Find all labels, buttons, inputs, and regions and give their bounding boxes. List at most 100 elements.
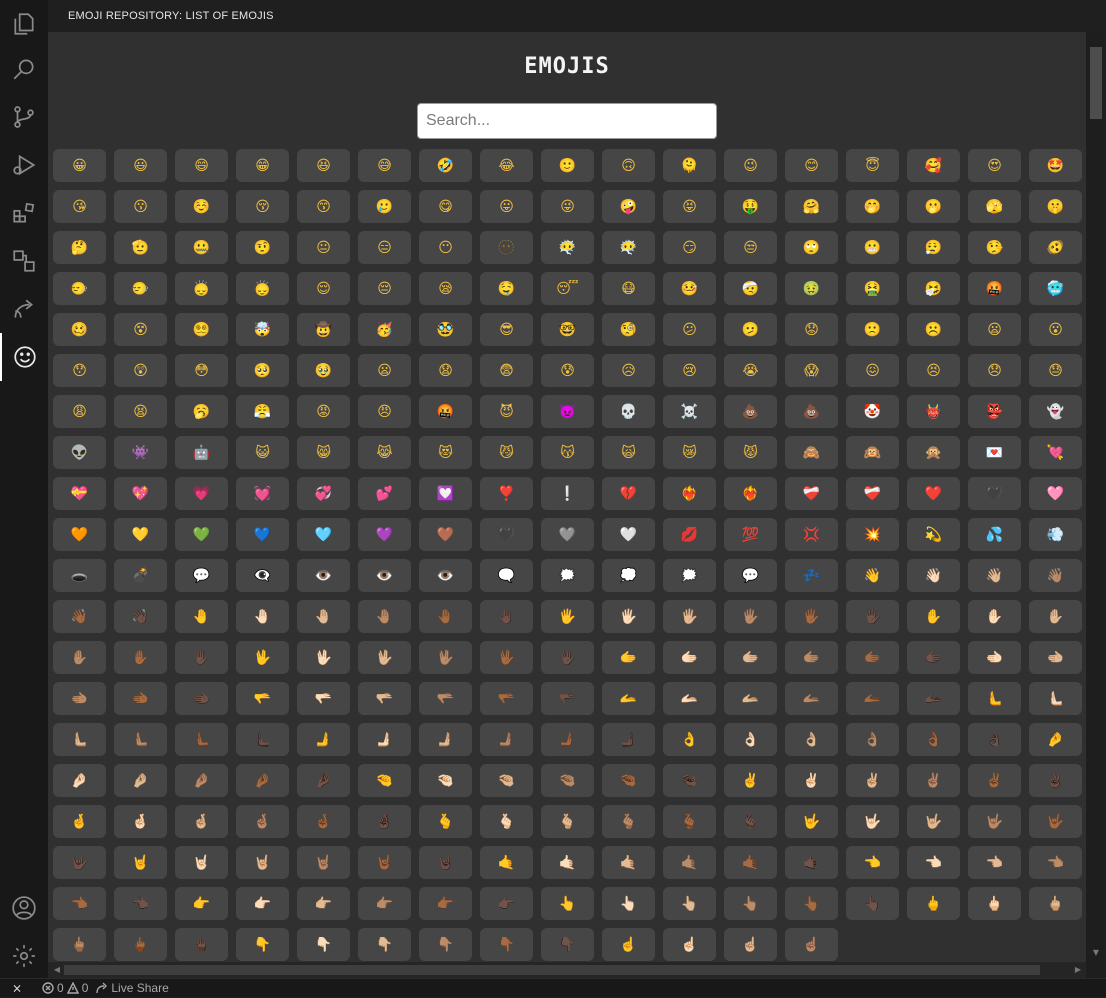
emoji-item[interactable]: 🤘🏽 [297, 846, 350, 879]
emoji-item[interactable]: 💞 [297, 477, 350, 510]
emoji-item[interactable]: 🗯️ [663, 559, 716, 592]
emoji-item[interactable]: 👻 [1029, 395, 1082, 428]
run-debug-button[interactable] [0, 141, 48, 189]
problems-indicator[interactable]: 0 0 [42, 981, 88, 995]
emoji-item[interactable]: 🤙🏽 [663, 846, 716, 879]
emoji-item[interactable]: ✋🏿 [175, 641, 228, 674]
emoji-item[interactable]: 👁️‍🗨️ [236, 559, 289, 592]
emoji-item[interactable]: 🤘🏼 [236, 846, 289, 879]
emoji-item[interactable]: 🥹 [297, 354, 350, 387]
emoji-item[interactable]: 😺 [236, 436, 289, 469]
emoji-item[interactable]: 🤙 [480, 846, 533, 879]
emoji-item[interactable]: 🫸🏻 [358, 723, 411, 756]
emoji-item[interactable]: 👆🏻 [602, 887, 655, 920]
emoji-item[interactable]: 🙈 [785, 436, 838, 469]
emoji-item[interactable]: 😛 [480, 190, 533, 223]
emoji-item[interactable]: 🫰🏻 [480, 805, 533, 838]
emoji-item[interactable]: 🫳🏻 [297, 682, 350, 715]
emoji-item[interactable]: 🫴🏼 [724, 682, 777, 715]
emoji-item[interactable]: 🤟 [785, 805, 838, 838]
live-share-button[interactable] [0, 285, 48, 333]
emoji-item[interactable]: ☝🏽 [785, 928, 838, 961]
emoji-item[interactable]: 😘 [53, 190, 106, 223]
emoji-item[interactable]: 🤞🏼 [175, 805, 228, 838]
emoji-item[interactable]: 👇🏿 [541, 928, 594, 961]
emoji-item[interactable]: 👋🏼 [968, 559, 1021, 592]
emoji-item[interactable]: 👆🏿 [846, 887, 899, 920]
emoji-item[interactable]: 🫴🏻 [663, 682, 716, 715]
emoji-item[interactable]: 😮 [1029, 313, 1082, 346]
emoji-item[interactable]: 👆🏾 [785, 887, 838, 920]
emoji-item[interactable]: 💓 [236, 477, 289, 510]
emoji-item[interactable]: 🫲🏿 [175, 682, 228, 715]
emoji-item[interactable]: 🤭 [846, 190, 899, 223]
emoji-item[interactable]: 😸 [297, 436, 350, 469]
emoji-item[interactable]: 🥱 [175, 395, 228, 428]
emoji-item[interactable]: 🤧 [907, 272, 960, 305]
emoji-item[interactable]: 🫷🏾 [175, 723, 228, 756]
emoji-item[interactable]: 😙 [297, 190, 350, 223]
emoji-item[interactable]: 💖 [114, 477, 167, 510]
emoji-item[interactable]: 👆🏼 [663, 887, 716, 920]
vertical-scrollbar-thumb[interactable] [1090, 47, 1102, 119]
emoji-item[interactable]: 🥴 [53, 313, 106, 346]
emoji-item[interactable]: 🤞🏾 [297, 805, 350, 838]
emoji-item[interactable]: 👋🏻 [907, 559, 960, 592]
emoji-item[interactable]: 🫴 [602, 682, 655, 715]
emoji-item[interactable]: 💕 [358, 477, 411, 510]
emoji-item[interactable]: 🖖🏻 [297, 641, 350, 674]
emoji-item[interactable]: 🤏🏽 [541, 764, 594, 797]
emoji-item[interactable]: 🖖🏽 [419, 641, 472, 674]
emoji-item[interactable]: 🙂‍↔️ [114, 272, 167, 305]
emoji-item[interactable]: ✋🏾 [114, 641, 167, 674]
emoji-item[interactable]: 💩 [724, 395, 777, 428]
emoji-item[interactable]: 🤔 [53, 231, 106, 264]
emoji-item[interactable]: 👹 [907, 395, 960, 428]
emoji-item[interactable]: 👌🏾 [907, 723, 960, 756]
emoji-item[interactable]: 👈🏿 [114, 887, 167, 920]
emoji-item[interactable]: 😒 [724, 231, 777, 264]
emoji-item[interactable]: 😅 [358, 149, 411, 182]
emoji-item[interactable]: 👉🏼 [297, 887, 350, 920]
emoji-item[interactable]: 🤞🏿 [358, 805, 411, 838]
emoji-repository-button[interactable] [0, 333, 48, 381]
emoji-item[interactable]: 😰 [541, 354, 594, 387]
emoji-item[interactable]: 🖤 [480, 518, 533, 551]
emoji-item[interactable]: 🫳🏿 [541, 682, 594, 715]
emoji-item[interactable]: 🤓 [541, 313, 594, 346]
emoji-item[interactable]: 🗨️ [480, 559, 533, 592]
emoji-item[interactable]: 👽 [53, 436, 106, 469]
vertical-scrollbar-track[interactable] [1086, 32, 1106, 962]
emoji-item[interactable]: 😨 [480, 354, 533, 387]
emoji-item[interactable]: 👌🏽 [846, 723, 899, 756]
emoji-item[interactable]: 😓 [1029, 354, 1082, 387]
emoji-item[interactable]: 🤡 [846, 395, 899, 428]
emoji-item[interactable]: 🫷🏿 [236, 723, 289, 756]
emoji-item[interactable]: 💩 [785, 395, 838, 428]
emoji-item[interactable]: 🖕🏼 [1029, 887, 1082, 920]
emoji-item[interactable]: 😲 [114, 354, 167, 387]
emoji-item[interactable]: 💬 [724, 559, 777, 592]
emoji-item[interactable]: ❤️ [907, 477, 960, 510]
emoji-item[interactable]: 🫷🏽 [114, 723, 167, 756]
emoji-item[interactable]: 👾 [114, 436, 167, 469]
emoji-item[interactable]: 🥲 [358, 190, 411, 223]
emoji-item[interactable]: 👇 [236, 928, 289, 961]
emoji-item[interactable]: 😆 [297, 149, 350, 182]
emoji-item[interactable]: 🤚🏽 [358, 600, 411, 633]
emoji-item[interactable]: 👉🏿 [480, 887, 533, 920]
emoji-item[interactable]: 👌🏼 [785, 723, 838, 756]
emoji-item[interactable]: 🖤 [968, 477, 1021, 510]
emoji-item[interactable]: 🫷🏻 [1029, 682, 1082, 715]
emoji-item[interactable]: 🙂‍↕️ [175, 272, 228, 305]
emoji-item[interactable]: 🤌🏿 [297, 764, 350, 797]
emoji-item[interactable]: 😴 [541, 272, 594, 305]
emoji-item[interactable]: ☝🏼 [724, 928, 777, 961]
emoji-item[interactable]: 🫳🏽 [419, 682, 472, 715]
emoji-item[interactable]: 🫰🏾 [663, 805, 716, 838]
emoji-item[interactable]: 🩵 [297, 518, 350, 551]
emoji-item[interactable]: 🤫 [1029, 190, 1082, 223]
emoji-item[interactable]: 🤟🏿 [53, 846, 106, 879]
emoji-item[interactable]: 🫡 [114, 231, 167, 264]
emoji-item[interactable]: 🤙🏿 [785, 846, 838, 879]
